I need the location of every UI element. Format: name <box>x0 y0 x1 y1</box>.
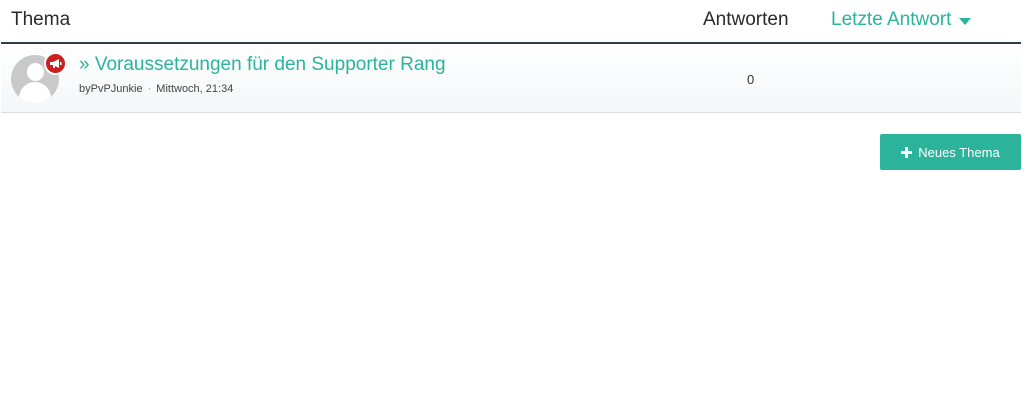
topic-meta: byPvPJunkie · Mittwoch, 21:34 <box>79 83 233 95</box>
plus-icon <box>901 146 913 158</box>
topic-date: Mittwoch, 21:34 <box>156 83 234 95</box>
reply-count: 0 <box>747 72 755 87</box>
table-row: » Voraussetzungen für den Supporter Rang… <box>1 44 1021 113</box>
caret-down-icon <box>959 17 972 25</box>
avatar-body <box>19 82 51 103</box>
column-header-replies: Antworten <box>703 9 789 30</box>
megaphone-icon <box>44 52 67 75</box>
new-topic-label: Neues Thema <box>918 144 1000 160</box>
column-header-last-reply-label: Letzte Antwort <box>831 9 952 30</box>
column-header-last-reply-sort[interactable]: Letzte Antwort <box>831 9 972 31</box>
author-prefix: by <box>79 83 91 95</box>
meta-separator: · <box>147 83 152 95</box>
megaphone-glyph <box>50 59 62 68</box>
avatar-head <box>27 63 44 81</box>
column-header-topic: Thema <box>11 9 71 30</box>
table-header: Thema Antworten Letzte Antwort <box>1 0 1021 44</box>
author-link[interactable]: PvPJunkie <box>91 83 143 95</box>
new-topic-button[interactable]: Neues Thema <box>880 134 1021 170</box>
topic-title-link[interactable]: » Voraussetzungen für den Supporter Rang <box>79 54 446 76</box>
topic-table: Thema Antworten Letzte Antwort » Vorauss… <box>1 0 1021 113</box>
